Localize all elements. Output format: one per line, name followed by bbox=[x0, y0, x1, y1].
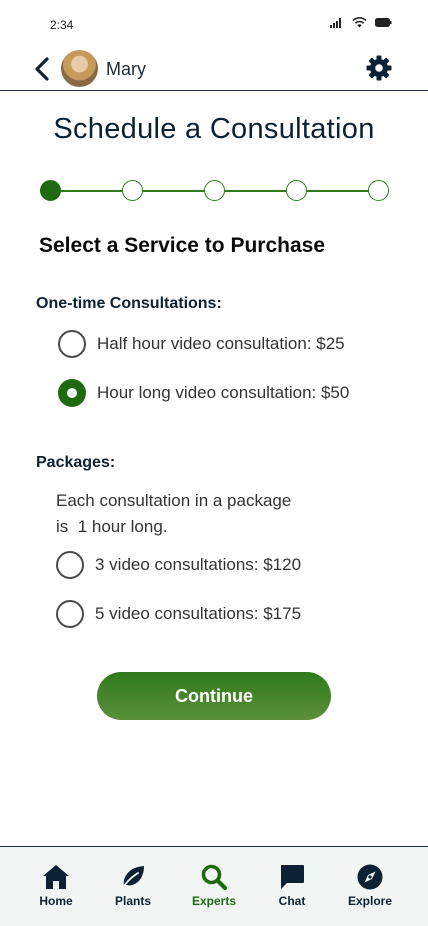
nav-item-home[interactable]: Home bbox=[16, 847, 96, 926]
packages-label: Packages: bbox=[36, 454, 116, 471]
option-label: Half hour video consultation: $25 bbox=[97, 334, 345, 353]
status-bar: 2:34 bbox=[0, 0, 428, 48]
user-name: Mary bbox=[106, 59, 146, 79]
wifi-icon bbox=[352, 17, 367, 28]
option-5-consultations[interactable]: 5 video consultations: $175 bbox=[56, 600, 301, 628]
nav-item-plants[interactable]: Plants bbox=[93, 847, 173, 926]
nav-label: Home bbox=[39, 894, 73, 908]
step-connector bbox=[143, 190, 204, 192]
status-icons bbox=[330, 17, 392, 28]
step-3-indicator bbox=[204, 180, 225, 201]
step-4-indicator bbox=[286, 180, 307, 201]
option-hour-long[interactable]: Hour long video consultation: $50 bbox=[58, 379, 349, 407]
progress-stepper bbox=[40, 180, 390, 202]
option-3-consultations[interactable]: 3 video consultations: $120 bbox=[56, 551, 301, 579]
nav-label: Experts bbox=[191, 894, 237, 908]
radio-unselected[interactable] bbox=[58, 330, 86, 358]
option-label: 5 video consultations: $175 bbox=[95, 604, 302, 623]
radio-unselected[interactable] bbox=[56, 551, 84, 579]
nav-item-experts[interactable]: Experts bbox=[174, 847, 254, 926]
package-note: Each consultation in a package is 1 hour… bbox=[56, 488, 356, 540]
app-header: Mary bbox=[0, 48, 428, 91]
option-label: 3 video consultations: $120 bbox=[95, 555, 302, 574]
step-1-indicator bbox=[40, 180, 61, 201]
chat-icon bbox=[281, 865, 304, 889]
step-connector bbox=[61, 190, 122, 192]
section-heading: Select a Service to Purchase bbox=[39, 234, 325, 257]
bottom-nav: Home Plants Experts Chat Explore bbox=[0, 846, 428, 926]
option-label: Hour long video consultation: $50 bbox=[97, 383, 350, 402]
nav-item-chat[interactable]: Chat bbox=[252, 847, 332, 926]
search-icon bbox=[201, 864, 228, 891]
nav-label: Plants bbox=[114, 894, 151, 908]
battery-icon bbox=[375, 18, 392, 27]
continue-button[interactable]: Continue bbox=[97, 672, 331, 720]
one-time-label: One-time Consultations: bbox=[36, 295, 222, 312]
nav-item-explore[interactable]: Explore bbox=[330, 847, 410, 926]
radio-unselected[interactable] bbox=[56, 600, 84, 628]
nav-label: Explore bbox=[347, 894, 392, 908]
signal-icon bbox=[330, 18, 341, 28]
page-title: Schedule a Consultation bbox=[53, 113, 375, 145]
step-connector bbox=[225, 190, 286, 192]
step-connector bbox=[307, 190, 368, 192]
compass-icon bbox=[357, 864, 383, 890]
package-note-line-2: is 1 hour long. bbox=[56, 517, 168, 536]
radio-selected[interactable] bbox=[58, 379, 86, 407]
package-note-line-1: Each consultation in a package bbox=[56, 491, 292, 510]
leaf-icon bbox=[121, 866, 144, 890]
gear-icon[interactable] bbox=[366, 55, 392, 81]
back-icon[interactable] bbox=[32, 56, 54, 82]
step-5-indicator bbox=[368, 180, 389, 201]
status-time: 2:34 bbox=[50, 18, 74, 32]
step-2-indicator bbox=[122, 180, 143, 201]
option-half-hour[interactable]: Half hour video consultation: $25 bbox=[58, 330, 345, 358]
home-icon bbox=[43, 865, 69, 889]
nav-label: Chat bbox=[278, 894, 306, 908]
avatar[interactable] bbox=[61, 50, 98, 87]
